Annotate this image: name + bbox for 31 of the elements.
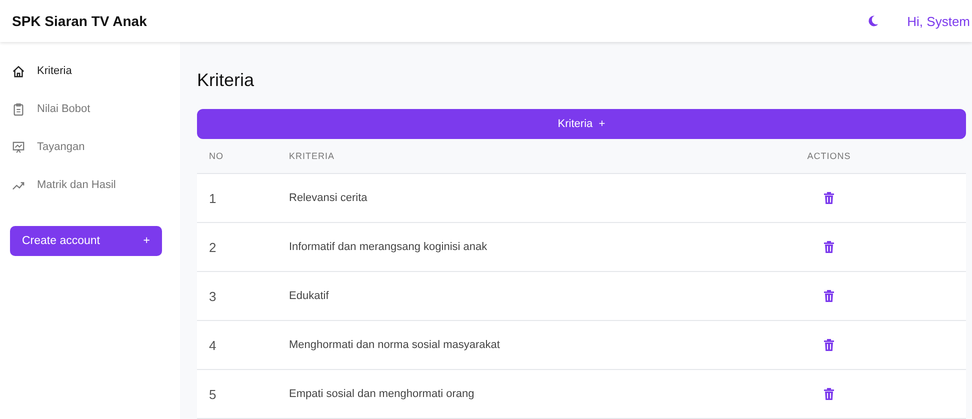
sidebar-item[interactable]: Tayangan (0, 128, 180, 166)
add-kriteria-button[interactable]: Kriteria + (197, 109, 966, 139)
user-greeting[interactable]: Hi, System (907, 14, 970, 28)
table-cell-text: 5 (208, 386, 218, 402)
trash-icon[interactable] (824, 192, 834, 204)
table-cell-text: Empati sosial dan menghormati orang (289, 388, 476, 400)
moon-icon[interactable] (867, 14, 880, 28)
column-header: ACTIONS (806, 151, 852, 161)
trash-icon[interactable] (824, 388, 834, 400)
trash-icon[interactable] (824, 241, 834, 253)
sidebar-item[interactable]: Kriteria (0, 52, 180, 90)
trash-icon[interactable] (824, 290, 834, 302)
trash-icon[interactable] (824, 339, 834, 351)
sidebar-item[interactable]: Matrik dan Hasil (0, 166, 180, 204)
create-account-button[interactable]: Create account + (10, 226, 162, 256)
column-header: KRITERIA (289, 151, 336, 161)
table-cell-text: Menghormati dan norma sosial masyarakat (289, 339, 501, 351)
table-cell-text: 1 (208, 190, 218, 206)
presentation-chart-icon (12, 140, 25, 154)
table-cell-text: Edukatif (289, 290, 330, 302)
table-cell-text: Informatif dan merangsang koginisi anak (289, 241, 488, 253)
table-cell-text: 3 (208, 288, 218, 304)
table-cell-text: Relevansi cerita (289, 192, 368, 204)
table-cell-text: 4 (208, 338, 218, 352)
column-header: NO (208, 151, 224, 161)
home-icon (12, 64, 25, 78)
sidebar-item[interactable]: Nilai Bobot (0, 90, 180, 128)
page-title: Kriteria (197, 69, 256, 92)
clipboard-icon (12, 102, 25, 116)
table-cell-text: 2 (208, 240, 218, 254)
app-title: SPK Siaran TV Anak (12, 13, 147, 29)
